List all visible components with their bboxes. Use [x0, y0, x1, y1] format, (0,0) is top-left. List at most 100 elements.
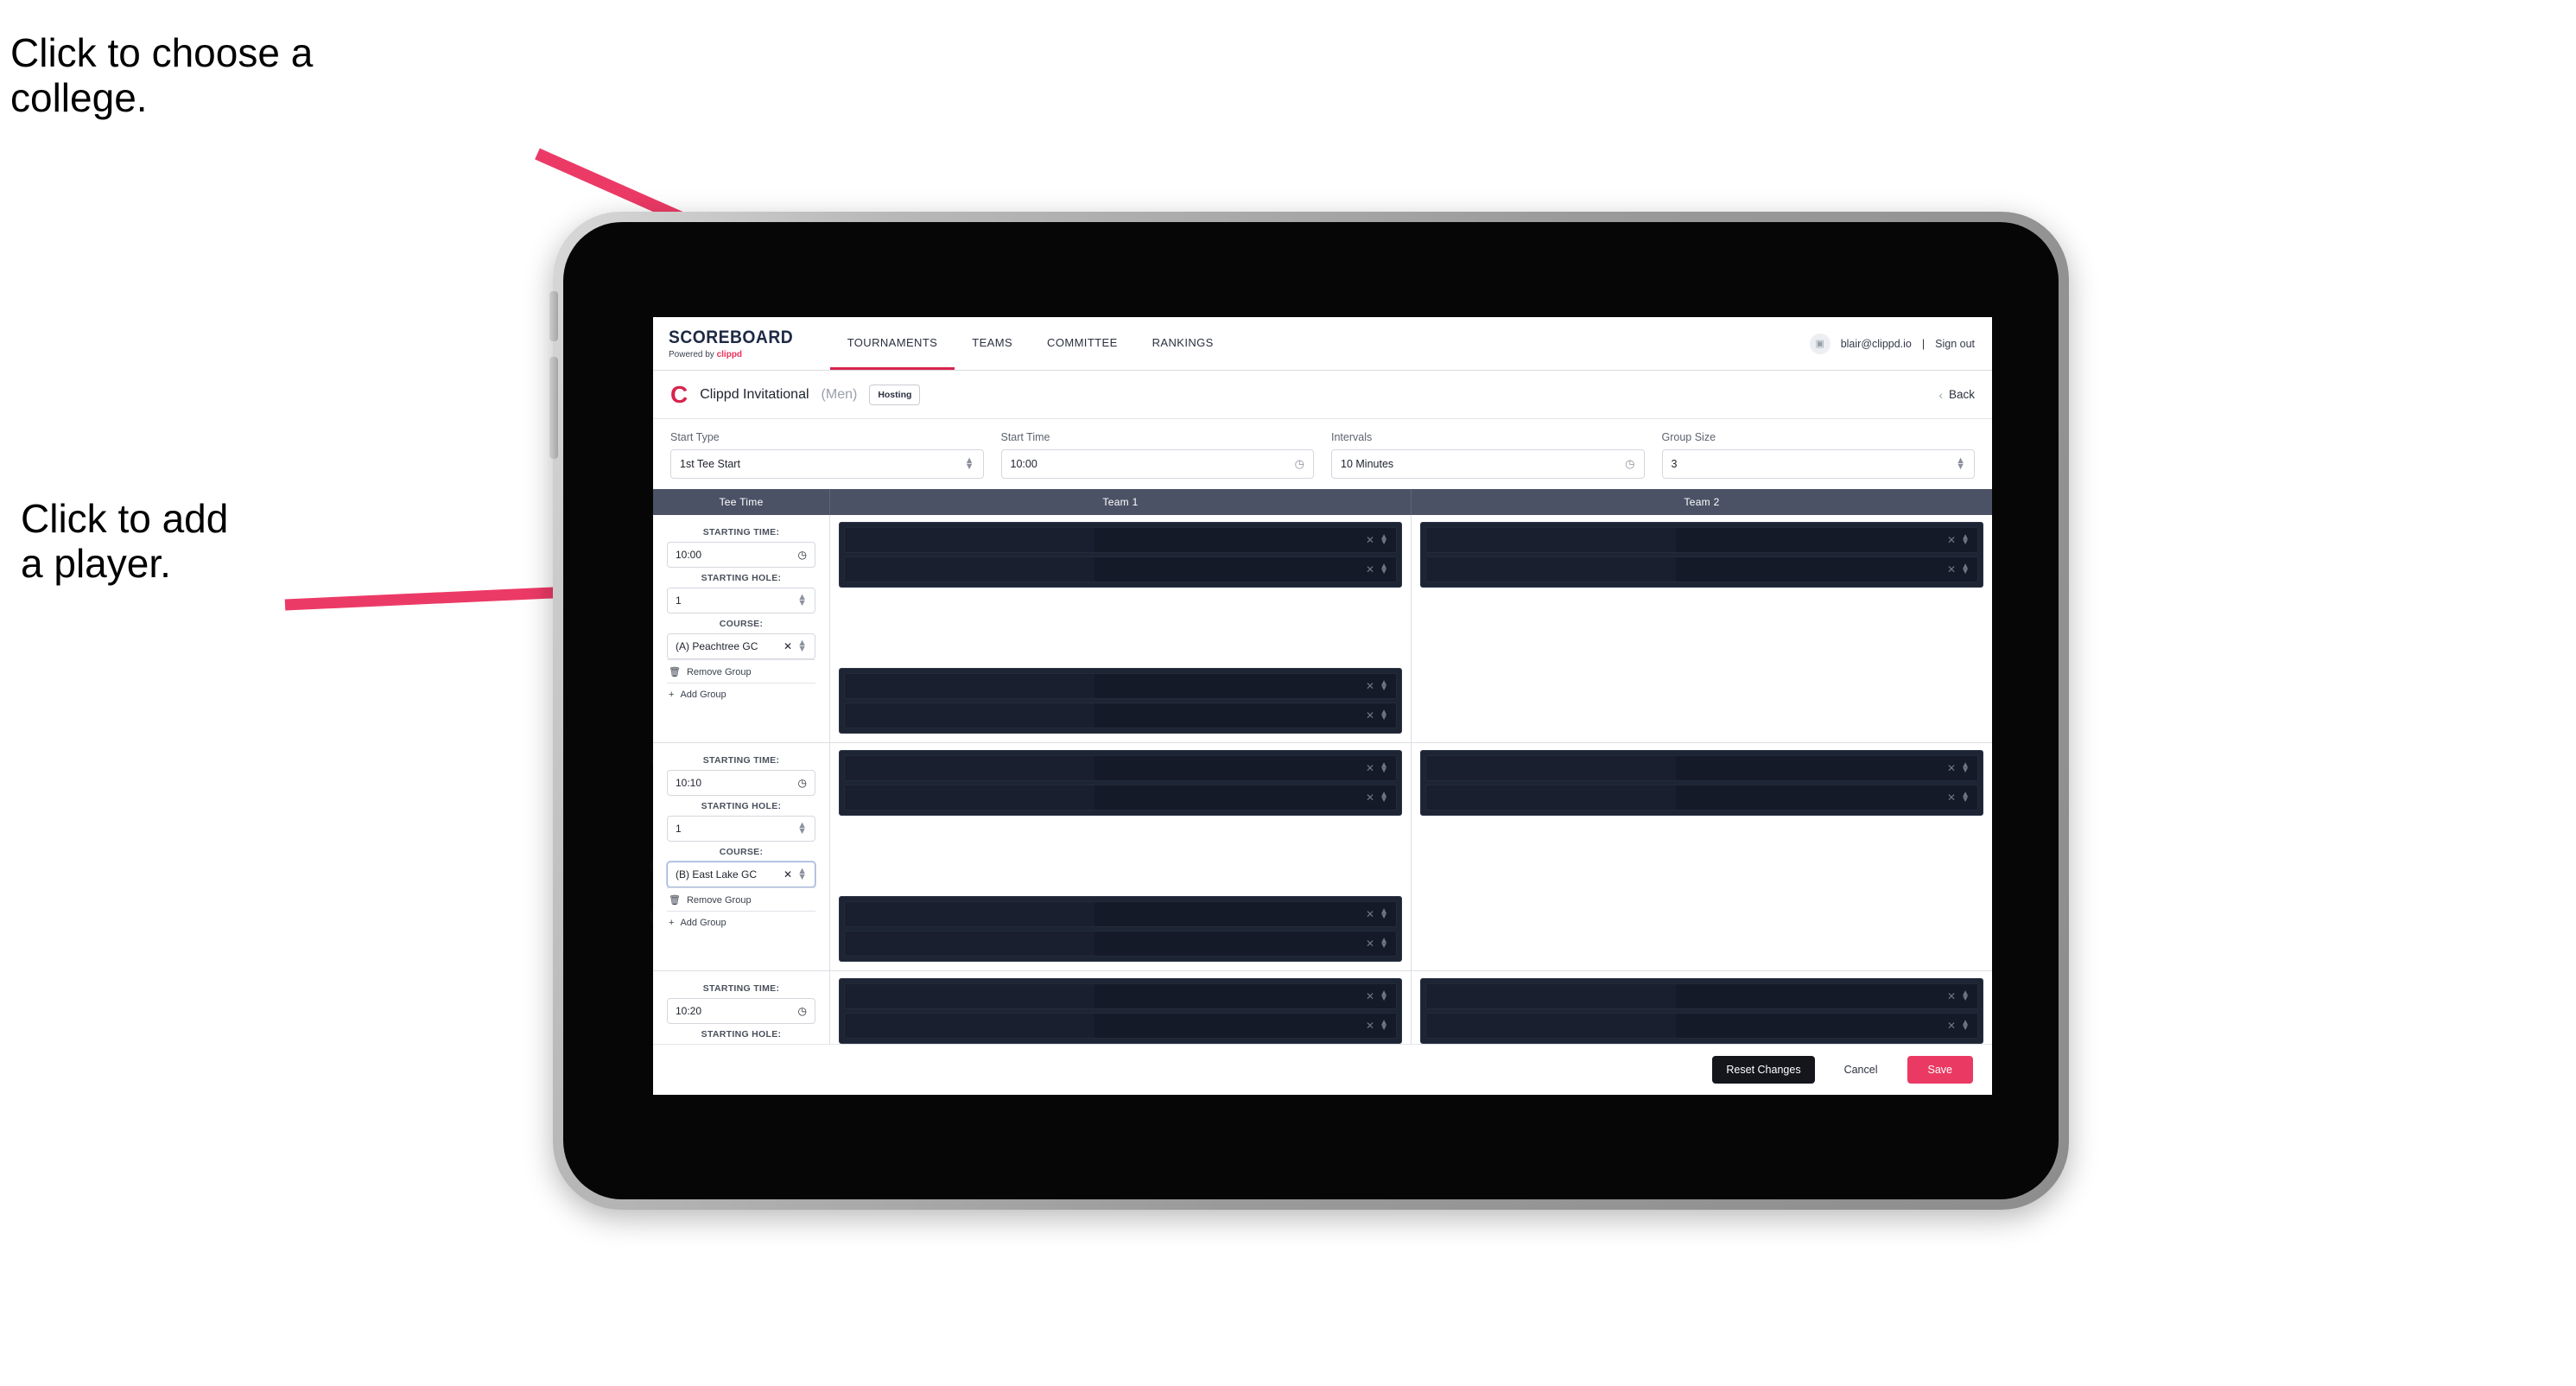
player-select-row[interactable]: ✕ ▲ ▼: [1425, 785, 1978, 811]
clear-x-icon[interactable]: ✕: [1361, 762, 1380, 774]
stepper-icon[interactable]: ▲ ▼: [1380, 679, 1388, 693]
label-course: COURSE:: [719, 619, 764, 629]
clock-icon[interactable]: ◷: [1295, 457, 1304, 471]
stepper-icon[interactable]: ▲ ▼: [965, 456, 974, 472]
clear-x-icon[interactable]: ✕: [1361, 680, 1380, 692]
volume-button[interactable]: [549, 357, 558, 459]
stepper-icon[interactable]: ▲ ▼: [797, 639, 807, 654]
player-select-row[interactable]: ✕ ▲ ▼: [844, 673, 1397, 699]
course-select[interactable]: (A) Peachtree GC ✕ ▲ ▼: [667, 633, 815, 659]
player-name-value: [1426, 528, 1677, 552]
stepper-icon[interactable]: ▲ ▼: [1380, 937, 1388, 950]
clear-x-icon[interactable]: ✕: [1361, 938, 1380, 950]
remove-group-button[interactable]: 🗑 Remove Group: [667, 659, 815, 683]
tee-sheet-table-body[interactable]: STARTING TIME: 10:00 ◷ STARTING HOLE: 1 ▲ ▼ COU…: [653, 515, 1992, 1045]
clear-x-icon[interactable]: ✕: [1942, 1020, 1961, 1032]
trash-icon: 🗑: [669, 895, 681, 906]
remove-group-button[interactable]: 🗑 Remove Group: [667, 887, 815, 911]
clear-x-icon[interactable]: ✕: [1942, 534, 1961, 546]
screenshot-root: Click to choose a college. Click to add …: [0, 0, 2576, 1386]
clear-x-icon[interactable]: ✕: [1361, 792, 1380, 804]
nav-tab-rankings[interactable]: RANKINGS: [1135, 317, 1231, 370]
power-button[interactable]: [549, 291, 558, 341]
user-avatar-icon[interactable]: ▣: [1809, 333, 1830, 354]
clock-icon[interactable]: ◷: [798, 1005, 807, 1017]
player-select-row[interactable]: ✕ ▲ ▼: [1425, 983, 1978, 1009]
stepper-icon[interactable]: ▲ ▼: [1961, 989, 1970, 1003]
stepper-icon[interactable]: ▲ ▼: [1956, 456, 1965, 472]
stepper-icon[interactable]: ▲ ▼: [1961, 1019, 1970, 1033]
stepper-icon[interactable]: ▲ ▼: [1961, 791, 1970, 804]
player-select-row[interactable]: ✕ ▲ ▼: [844, 1013, 1397, 1039]
stepper-icon[interactable]: ▲ ▼: [1380, 1019, 1388, 1033]
sign-out-link[interactable]: Sign out: [1935, 338, 1975, 350]
back-button-label: Back: [1948, 388, 1975, 401]
add-group-button[interactable]: + Add Group: [667, 911, 815, 933]
label-starting-hole: STARTING HOLE:: [701, 801, 782, 811]
starting-time-input[interactable]: 10:00 ◷: [667, 542, 815, 568]
nav-tab-teams[interactable]: TEAMS: [955, 317, 1030, 370]
player-select-row[interactable]: ✕ ▲ ▼: [1425, 755, 1978, 781]
stepper-icon[interactable]: ▲ ▼: [1380, 761, 1388, 775]
player-group-block: ✕ ▲ ▼ ✕ ▲ ▼: [1420, 978, 1983, 1044]
label-intervals: Intervals: [1331, 431, 1373, 443]
clear-x-icon[interactable]: ✕: [1942, 792, 1961, 804]
player-select-row[interactable]: ✕ ▲ ▼: [1425, 527, 1978, 553]
player-select-row[interactable]: ✕ ▲ ▼: [844, 755, 1397, 781]
clock-icon[interactable]: ◷: [1625, 457, 1634, 471]
stepper-icon[interactable]: ▲ ▼: [1961, 533, 1970, 547]
clear-x-icon[interactable]: ✕: [1361, 908, 1380, 920]
start-time-input[interactable]: 10:00 ◷: [1000, 449, 1314, 479]
clock-icon[interactable]: ◷: [798, 777, 807, 789]
clear-x-icon[interactable]: ✕: [784, 640, 792, 652]
stepper-icon[interactable]: ▲ ▼: [1380, 907, 1388, 921]
brand-logo[interactable]: SCOREBOARD Powered by clippd: [669, 317, 830, 370]
clear-x-icon[interactable]: ✕: [1942, 762, 1961, 774]
start-type-select[interactable]: 1st Tee Start ▲ ▼: [670, 449, 984, 479]
stepper-icon[interactable]: ▲ ▼: [1961, 563, 1970, 576]
nav-tab-tournaments[interactable]: TOURNAMENTS: [829, 317, 955, 370]
player-select-row[interactable]: ✕ ▲ ▼: [844, 983, 1397, 1009]
save-button[interactable]: Save: [1907, 1056, 1973, 1084]
intervals-input[interactable]: 10 Minutes ◷: [1331, 449, 1645, 479]
starting-hole-stepper[interactable]: 1 ▲ ▼: [667, 588, 815, 614]
clear-x-icon[interactable]: ✕: [1361, 563, 1380, 575]
player-select-row[interactable]: ✕ ▲ ▼: [1425, 1013, 1978, 1039]
clear-x-icon[interactable]: ✕: [1361, 1020, 1380, 1032]
starting-time-input[interactable]: 10:10 ◷: [667, 770, 815, 796]
player-select-row[interactable]: ✕ ▲ ▼: [844, 901, 1397, 927]
starting-time-input[interactable]: 10:20 ◷: [667, 998, 815, 1024]
clear-x-icon[interactable]: ✕: [1361, 534, 1380, 546]
stepper-icon[interactable]: ▲ ▼: [1380, 533, 1388, 547]
clear-x-icon[interactable]: ✕: [1942, 990, 1961, 1002]
group-size-stepper[interactable]: 3 ▲ ▼: [1661, 449, 1975, 479]
player-select-row[interactable]: ✕ ▲ ▼: [844, 556, 1397, 582]
stepper-icon[interactable]: ▲ ▼: [1961, 761, 1970, 775]
player-select-row[interactable]: ✕ ▲ ▼: [844, 931, 1397, 957]
stepper-icon[interactable]: ▲ ▼: [1380, 563, 1388, 576]
stepper-icon[interactable]: ▲ ▼: [797, 593, 807, 608]
starting-time-value: 10:10: [676, 777, 702, 789]
player-select-row[interactable]: ✕ ▲ ▼: [844, 785, 1397, 811]
player-select-row[interactable]: ✕ ▲ ▼: [844, 527, 1397, 553]
add-group-button[interactable]: + Add Group: [667, 683, 815, 705]
reset-changes-button[interactable]: Reset Changes: [1712, 1056, 1815, 1084]
starting-hole-stepper[interactable]: 1 ▲ ▼: [667, 816, 815, 842]
stepper-icon[interactable]: ▲ ▼: [1380, 709, 1388, 722]
clear-x-icon[interactable]: ✕: [784, 868, 792, 881]
back-button[interactable]: ‹ Back: [1938, 388, 1975, 402]
cancel-button[interactable]: Cancel: [1830, 1056, 1892, 1084]
label-starting-time: STARTING TIME:: [702, 983, 780, 994]
player-select-row[interactable]: ✕ ▲ ▼: [1425, 556, 1978, 582]
stepper-icon[interactable]: ▲ ▼: [797, 867, 807, 882]
nav-tab-committee[interactable]: COMMITTEE: [1030, 317, 1135, 370]
course-select[interactable]: (B) East Lake GC ✕ ▲ ▼: [667, 861, 815, 887]
stepper-icon[interactable]: ▲ ▼: [797, 821, 807, 836]
stepper-icon[interactable]: ▲ ▼: [1380, 791, 1388, 804]
stepper-icon[interactable]: ▲ ▼: [1380, 989, 1388, 1003]
player-select-row[interactable]: ✕ ▲ ▼: [844, 703, 1397, 728]
clock-icon[interactable]: ◷: [798, 549, 807, 561]
clear-x-icon[interactable]: ✕: [1361, 990, 1380, 1002]
clear-x-icon[interactable]: ✕: [1361, 709, 1380, 722]
clear-x-icon[interactable]: ✕: [1942, 563, 1961, 575]
